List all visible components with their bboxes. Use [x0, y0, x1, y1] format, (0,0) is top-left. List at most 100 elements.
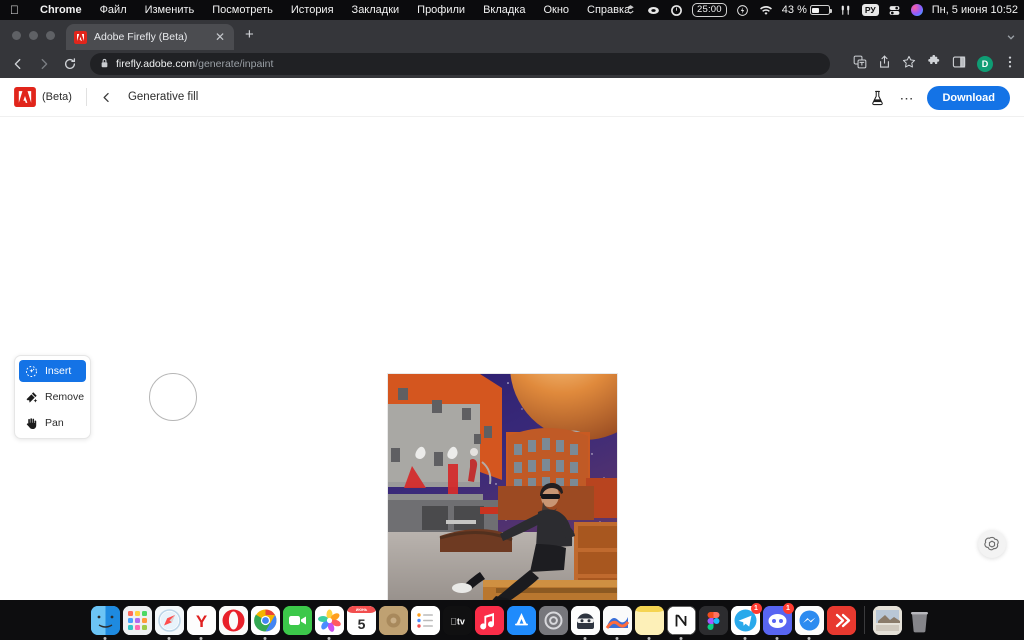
tab-strip: Adobe Firefly (Beta) ✕ +	[0, 20, 1024, 50]
app-header: (Beta) Generative fill ⋯ Download	[0, 78, 1024, 117]
insert-sparkle-icon	[25, 365, 38, 378]
menu-chrome[interactable]: Chrome	[31, 4, 91, 16]
dock-item-google-chrome[interactable]	[251, 606, 280, 635]
battery-icon	[810, 5, 830, 15]
url-host: firefly.adobe.com	[116, 58, 195, 70]
forward-icon[interactable]	[32, 52, 56, 76]
menu-window[interactable]: Окно	[534, 4, 578, 16]
menu-history[interactable]: История	[282, 4, 343, 16]
menu-tab[interactable]: Вкладка	[474, 4, 534, 16]
side-panel-icon[interactable]	[952, 55, 966, 74]
header-divider	[86, 88, 87, 106]
menu-bookmarks[interactable]: Закладки	[343, 4, 409, 16]
maximize-window-button[interactable]	[46, 31, 55, 40]
shutter-icon[interactable]	[646, 3, 660, 17]
tool-insert-label: Insert	[45, 365, 71, 377]
dock-item-notion[interactable]	[667, 606, 696, 635]
back-button[interactable]	[101, 92, 112, 103]
airpods-icon[interactable]	[839, 3, 853, 17]
menu-edit[interactable]: Изменить	[136, 4, 204, 16]
apple-icon[interactable]: 	[10, 4, 19, 16]
siri-icon[interactable]	[911, 4, 923, 16]
menubar-status-area: 25:00 43 % РУ Пн, 5 июня 10:52	[623, 0, 1018, 20]
dock-item-finder[interactable]	[91, 606, 120, 635]
translate-icon[interactable]	[853, 55, 867, 74]
svg-text:5: 5	[357, 616, 365, 632]
menubar-items: Chrome Файл Изменить Посмотреть История …	[31, 4, 639, 16]
url-path: /generate/inpaint	[195, 58, 273, 70]
dock-item-settings[interactable]	[539, 606, 568, 635]
bolt-icon[interactable]	[736, 3, 750, 17]
telegram-badge: 1	[751, 603, 762, 614]
tool-panel: Insert Remove Pan	[14, 355, 91, 439]
dock-item-trash[interactable]	[905, 606, 934, 635]
tool-remove[interactable]: Remove	[19, 386, 86, 408]
macos-menubar:  Chrome Файл Изменить Посмотреть Истори…	[0, 0, 1024, 20]
dock-item-figma[interactable]	[699, 606, 728, 635]
download-button[interactable]: Download	[927, 86, 1010, 110]
extensions-puzzle-icon[interactable]	[927, 55, 941, 74]
svg-text:Y: Y	[195, 612, 207, 631]
dock-items: Y	[91, 606, 934, 635]
more-options-icon[interactable]: ⋯	[899, 94, 914, 102]
beta-flask-icon[interactable]	[870, 90, 886, 106]
dock-item-opera[interactable]	[219, 606, 248, 635]
keyboard-layout-indicator[interactable]: РУ	[862, 4, 879, 16]
dock-item-launchpad[interactable]	[123, 606, 152, 635]
header-actions: ⋯ Download	[870, 78, 1010, 117]
dock-item-notes[interactable]	[635, 606, 664, 635]
dock-divider	[864, 606, 865, 634]
menu-view[interactable]: Посмотреть	[203, 4, 282, 16]
dock-item-safari[interactable]	[155, 606, 184, 635]
window-traffic-lights[interactable]	[12, 31, 55, 40]
dock-item-calendar[interactable]: ИЮНЬ5	[347, 606, 376, 635]
dock-item-sketch-app[interactable]	[603, 606, 632, 635]
battery-indicator[interactable]: 43 %	[782, 4, 830, 16]
dock-item-messenger[interactable]	[795, 606, 824, 635]
wifi-icon[interactable]	[759, 3, 773, 17]
dock-item-discord[interactable]: 1	[763, 606, 792, 635]
timemachine-icon[interactable]	[669, 3, 683, 17]
generated-image[interactable]	[387, 373, 618, 621]
dock-item-yandex-browser[interactable]: Y	[187, 606, 216, 635]
editor-canvas[interactable]: Insert Remove Pan	[0, 117, 1024, 600]
close-icon[interactable]: ✕	[214, 31, 226, 43]
back-icon[interactable]	[6, 52, 30, 76]
menu-profiles[interactable]: Профили	[408, 4, 474, 16]
kebab-menu-icon[interactable]	[1004, 55, 1016, 74]
menubar-clock[interactable]: Пн, 5 июня 10:52	[932, 4, 1018, 16]
adobe-logo-icon[interactable]	[14, 87, 36, 107]
dock-item-telegram[interactable]: 1	[731, 606, 760, 635]
tool-pan-label: Pan	[45, 417, 64, 429]
dropbox-icon[interactable]	[623, 3, 637, 17]
dock-item-ninja-app[interactable]	[571, 606, 600, 635]
dock-item-cleaner-app[interactable]	[827, 606, 856, 635]
menu-file[interactable]: Файл	[91, 4, 136, 16]
chevron-down-icon[interactable]	[1006, 29, 1016, 47]
browser-tab-firefly[interactable]: Adobe Firefly (Beta) ✕	[66, 24, 234, 50]
dock-item-photos[interactable]	[315, 606, 344, 635]
dock-item-reminders[interactable]	[411, 606, 440, 635]
chrome-browser-chrome: Adobe Firefly (Beta) ✕ +	[0, 20, 1024, 78]
lock-icon	[100, 55, 109, 73]
timer-indicator[interactable]: 25:00	[692, 3, 727, 17]
dock-item-apple-tv[interactable]: tv	[443, 606, 472, 635]
reload-icon[interactable]	[58, 52, 82, 76]
tool-insert[interactable]: Insert	[19, 360, 86, 382]
chatgpt-extension-icon[interactable]	[978, 530, 1006, 558]
controlcenter-icon[interactable]	[888, 3, 902, 17]
dock-item-podcasts[interactable]	[379, 606, 408, 635]
dock-item-facetime[interactable]	[283, 606, 312, 635]
share-icon[interactable]	[878, 55, 891, 74]
brush-cursor	[149, 373, 197, 421]
tool-pan[interactable]: Pan	[19, 412, 86, 434]
dock-item-downloads-stack[interactable]	[873, 606, 902, 635]
close-window-button[interactable]	[12, 31, 21, 40]
bookmark-star-icon[interactable]	[902, 55, 916, 74]
minimize-window-button[interactable]	[29, 31, 38, 40]
new-tab-button[interactable]: +	[245, 28, 254, 42]
dock-item-app-store[interactable]	[507, 606, 536, 635]
dock-item-music[interactable]	[475, 606, 504, 635]
profile-avatar[interactable]: D	[977, 56, 993, 72]
address-bar[interactable]: firefly.adobe.com/generate/inpaint	[90, 53, 830, 75]
